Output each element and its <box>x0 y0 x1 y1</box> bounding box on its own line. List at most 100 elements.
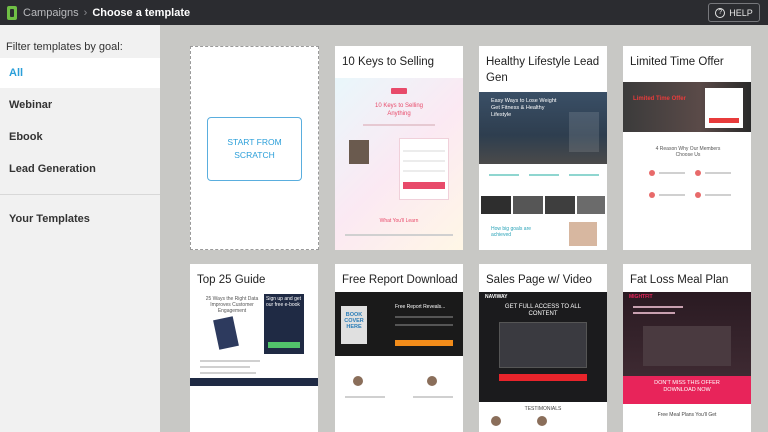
thumb-heading: Free Report Reveals... <box>395 304 446 310</box>
template-card-10-keys[interactable]: 10 Keys to Selling 10 Keys to Selling An… <box>335 46 463 250</box>
template-title: 10 Keys to Selling <box>342 56 435 68</box>
thumb-heading: Easy Ways to Lose Weight Get Fitness & H… <box>491 98 557 118</box>
thumb-line <box>659 172 685 174</box>
thumb-line <box>200 360 260 362</box>
thumb-line <box>200 366 250 368</box>
start-from-scratch-card[interactable]: START FROM SCRATCH <box>190 46 319 250</box>
thumb-photo <box>545 196 575 214</box>
thumb-photo <box>577 196 605 214</box>
thumb-cta: Sign up and get our free e-book <box>266 296 302 308</box>
thumb-feature-icon <box>695 192 701 198</box>
filter-ebook[interactable]: Ebook <box>0 122 160 152</box>
thumb-form <box>399 138 449 200</box>
thumb-line <box>345 396 385 398</box>
thumb-cta <box>709 118 739 123</box>
thumb-ebook-cover <box>213 316 239 350</box>
template-thumbnail: Limited Time Offer 4 Reason Why Our Memb… <box>623 78 751 250</box>
thumb-brand: MIGHTFIT <box>629 294 653 300</box>
template-card-fat-loss-meal-plan[interactable]: Fat Loss Meal Plan MIGHTFIT DON'T MISS T… <box>623 264 751 432</box>
template-title: Limited Time Offer <box>630 56 724 68</box>
thumb-line <box>363 124 435 126</box>
help-label: HELP <box>729 7 753 18</box>
thumb-line <box>489 174 519 176</box>
thumb-line <box>395 324 453 326</box>
thumb-line <box>200 372 256 374</box>
thumb-sub: Free Meal Plans You'll Get <box>657 412 717 418</box>
thumb-form <box>569 112 599 152</box>
thumb-line <box>529 174 559 176</box>
thumb-photo <box>513 196 543 214</box>
thumb-feature-icon <box>649 170 655 176</box>
page-title: Choose a template <box>92 6 191 19</box>
template-title: Fat Loss Meal Plan <box>630 274 729 286</box>
thumb-avatar <box>427 376 437 386</box>
template-card-sales-page-video[interactable]: Sales Page w/ Video NAVIWAY GET FULL ACC… <box>479 264 607 432</box>
thumb-cta <box>395 340 453 346</box>
template-title: Healthy Lifestyle Lead Gen <box>486 56 600 84</box>
thumb-video <box>499 322 587 368</box>
app-logo-icon[interactable] <box>7 5 17 20</box>
thumb-logo-icon <box>391 88 407 94</box>
thumb-line <box>413 396 453 398</box>
sidebar-divider <box>0 194 160 195</box>
template-card-healthy-lifestyle[interactable]: Healthy Lifestyle Lead Gen Easy Ways to … <box>479 46 607 250</box>
thumb-feature-icon <box>695 170 701 176</box>
filter-title: Filter templates by goal: <box>6 41 123 53</box>
thumb-heading: 25 Ways the Right Data Improves Customer… <box>205 296 259 314</box>
thumb-heading: 10 Keys to Selling Anything <box>374 103 424 117</box>
thumb-video <box>643 326 731 366</box>
template-thumbnail: 10 Keys to Selling Anything What You'll … <box>335 78 463 250</box>
template-card-limited-time-offer[interactable]: Limited Time Offer Limited Time Offer 4 … <box>623 46 751 250</box>
template-title: Top 25 Guide <box>197 274 266 286</box>
filter-sidebar: Filter templates by goal: All Webinar Eb… <box>0 25 160 432</box>
thumb-line <box>345 234 453 236</box>
template-title: Free Report Download <box>342 274 458 286</box>
thumb-cta <box>499 374 587 381</box>
thumb-submit <box>268 342 300 348</box>
template-title: Sales Page w/ Video <box>486 274 592 286</box>
thumb-heading: Limited Time Offer <box>633 96 686 102</box>
thumb-footer: What You'll Learn <box>379 218 419 224</box>
thumb-cta <box>403 182 445 189</box>
thumb-brand: NAVIWAY <box>485 294 508 300</box>
thumb-feature-icon <box>649 192 655 198</box>
thumb-heading: GET FULL ACCESS TO ALL CONTENT <box>504 304 582 317</box>
thumb-line <box>659 194 685 196</box>
thumb-cta: DON'T MISS THIS OFFER DOWNLOAD NOW <box>654 380 720 393</box>
thumb-book-label: BOOK COVER HERE <box>344 312 364 330</box>
template-thumbnail: Easy Ways to Lose Weight Get Fitness & H… <box>479 92 607 250</box>
thumb-avatar <box>537 416 547 426</box>
template-thumbnail: MIGHTFIT DON'T MISS THIS OFFER DOWNLOAD … <box>623 292 751 432</box>
thumb-photo <box>481 196 511 214</box>
filter-webinar[interactable]: Webinar <box>0 90 160 120</box>
thumb-line <box>705 194 731 196</box>
thumb-line <box>569 174 599 176</box>
thumb-line <box>403 170 445 172</box>
help-button[interactable]: ? HELP <box>708 3 760 22</box>
template-thumbnail: 25 Ways the Right Data Improves Customer… <box>190 294 318 432</box>
thumb-avatar <box>491 416 501 426</box>
template-card-free-report[interactable]: Free Report Download BOOK COVER HERE Fre… <box>335 264 463 432</box>
thumb-footer: How big goals are achieved <box>491 226 532 238</box>
thumb-photo <box>569 222 597 246</box>
filter-all[interactable]: All <box>0 58 160 88</box>
template-thumbnail: BOOK COVER HERE Free Report Reveals... <box>335 292 463 432</box>
thumb-line <box>403 160 445 162</box>
thumb-line <box>403 150 445 152</box>
thumb-line <box>705 172 731 174</box>
thumb-footer-bar <box>190 378 318 386</box>
your-templates-link[interactable]: Your Templates <box>0 204 160 234</box>
template-card-top-25-guide[interactable]: Top 25 Guide 25 Ways the Right Data Impr… <box>190 264 318 432</box>
breadcrumb-campaigns[interactable]: Campaigns <box>23 7 79 19</box>
top-bar: Campaigns › Choose a template ? HELP <box>0 0 768 25</box>
thumb-photo <box>349 140 369 164</box>
thumb-line <box>395 316 453 318</box>
thumb-sub: 4 Reason Why Our Members Choose Us <box>655 146 721 158</box>
thumb-avatar <box>353 376 363 386</box>
help-icon: ? <box>715 7 726 18</box>
breadcrumb-chevron-icon: › <box>83 6 88 19</box>
thumb-line <box>633 306 683 308</box>
thumb-sub: TESTIMONIALS <box>524 406 562 412</box>
start-from-scratch-button[interactable]: START FROM SCRATCH <box>207 117 302 181</box>
filter-lead-generation[interactable]: Lead Generation <box>0 154 160 184</box>
